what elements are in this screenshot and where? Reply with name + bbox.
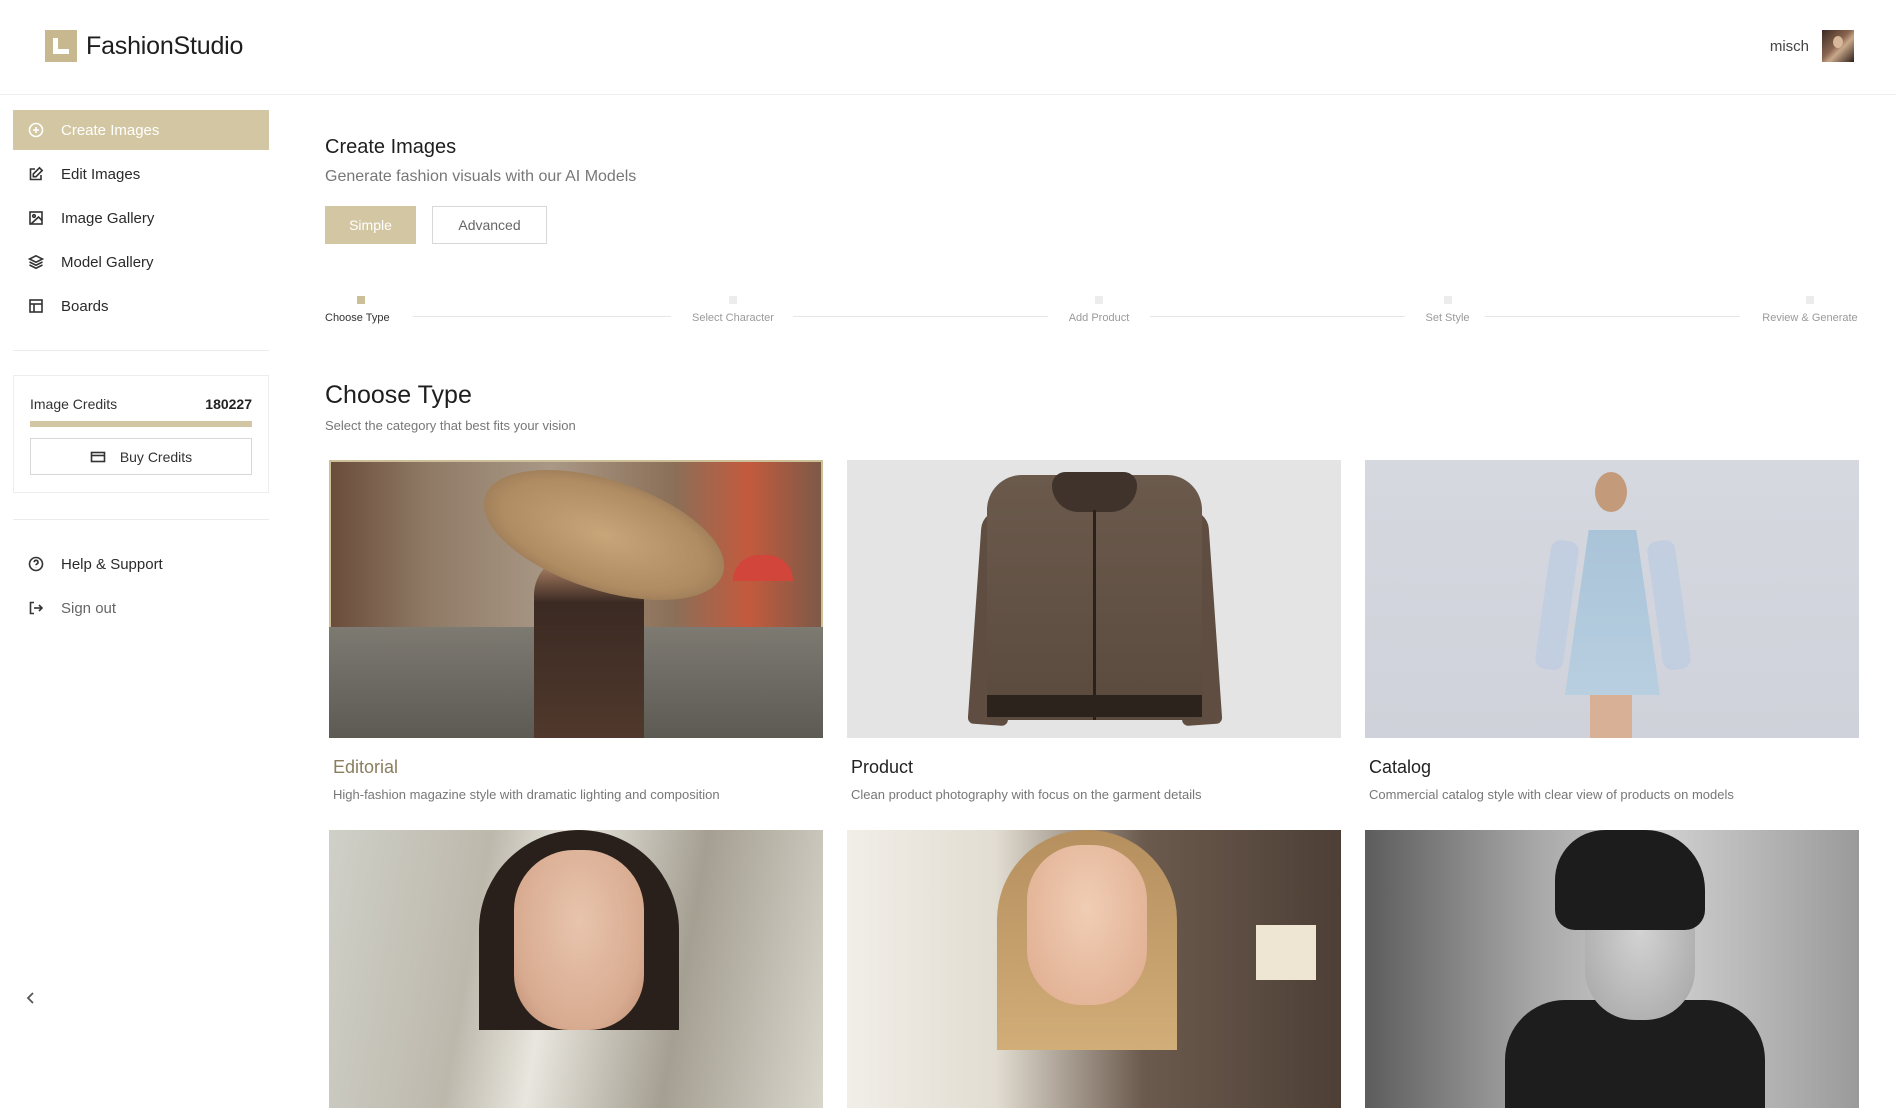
- type-card-lifestyle[interactable]: [847, 830, 1341, 1108]
- sidebar-item-label: Help & Support: [61, 555, 163, 573]
- top-header: FashionStudio misch: [0, 0, 1896, 95]
- sidebar-item-sign-out[interactable]: Sign out: [13, 588, 269, 628]
- step-connector: [793, 316, 1048, 317]
- sidebar-item-model-gallery[interactable]: Model Gallery: [13, 242, 269, 282]
- user-name: misch: [1769, 37, 1809, 55]
- collapse-sidebar-button[interactable]: [24, 991, 38, 1005]
- section-subtitle: Select the category that best fits your …: [325, 418, 576, 433]
- portrait-image: [329, 830, 823, 1108]
- sidebar-item-label: Boards: [61, 297, 109, 315]
- progress-stepper: Choose Type Select Character Add Product…: [325, 296, 1865, 336]
- step-connector: [1485, 316, 1740, 317]
- editorial-image: [329, 460, 823, 738]
- brand-name: FashionStudio: [86, 31, 244, 60]
- sign-out-icon: [28, 600, 44, 616]
- monochrome-image: [1365, 830, 1859, 1108]
- layout-icon: [28, 298, 44, 314]
- step-label: Add Product: [1068, 312, 1130, 324]
- sidebar-divider: [13, 350, 269, 351]
- step-dot: [1095, 296, 1103, 304]
- card-description: High-fashion magazine style with dramati…: [333, 787, 720, 802]
- credits-label: Image Credits: [30, 396, 118, 412]
- edit-icon: [28, 166, 44, 182]
- help-circle-icon: [28, 556, 44, 572]
- sidebar-item-create-images[interactable]: Create Images: [13, 110, 269, 150]
- section-title: Choose Type: [325, 381, 472, 409]
- step-label: Set Style: [1425, 312, 1470, 324]
- sidebar-item-edit-images[interactable]: Edit Images: [13, 154, 269, 194]
- mode-advanced-button[interactable]: Advanced: [432, 206, 547, 244]
- step-label: Choose Type: [325, 312, 390, 324]
- card-title: Product: [851, 757, 914, 777]
- card-description: Clean product photography with focus on …: [851, 787, 1202, 802]
- type-card-editorial[interactable]: Editorial High-fashion magazine style wi…: [329, 460, 823, 802]
- logo-icon: [45, 30, 77, 62]
- catalog-image: [1365, 460, 1859, 738]
- lifestyle-image: [847, 830, 1341, 1108]
- page-title: Create Images: [325, 136, 457, 158]
- step-connector: [1150, 316, 1405, 317]
- sidebar-item-label: Edit Images: [61, 165, 141, 183]
- step-connector: [413, 316, 671, 317]
- credits-progress-bar: [30, 421, 252, 427]
- mode-simple-button[interactable]: Simple: [325, 206, 416, 244]
- step-dot: [1806, 296, 1814, 304]
- type-card-monochrome[interactable]: [1365, 830, 1859, 1108]
- step-set-style[interactable]: Set Style: [1415, 296, 1480, 324]
- credits-progress-fill: [30, 421, 252, 427]
- brand-logo[interactable]: FashionStudio: [45, 30, 243, 62]
- plus-circle-icon: [28, 122, 44, 138]
- sidebar-item-help[interactable]: Help & Support: [13, 544, 269, 584]
- credits-value: 180227: [205, 396, 252, 412]
- sidebar-item-label: Model Gallery: [61, 253, 154, 271]
- layers-icon: [27, 254, 45, 270]
- type-card-catalog[interactable]: Catalog Commercial catalog style with cl…: [1365, 460, 1859, 802]
- step-label: Review & Generate: [1762, 312, 1858, 324]
- type-card-product[interactable]: Product Clean product photography with f…: [847, 460, 1341, 802]
- step-add-product[interactable]: Add Product: [1059, 296, 1139, 324]
- card-title: Editorial: [333, 757, 399, 777]
- step-choose-type[interactable]: Choose Type: [325, 296, 397, 324]
- sidebar-item-boards[interactable]: Boards: [13, 286, 269, 326]
- sidebar-divider: [13, 519, 269, 520]
- product-image: [847, 460, 1341, 738]
- card-description: Commercial catalog style with clear view…: [1369, 787, 1734, 802]
- image-icon: [28, 210, 44, 226]
- user-menu[interactable]: misch: [1770, 30, 1854, 62]
- step-select-character[interactable]: Select Character: [683, 296, 783, 324]
- step-dot: [729, 296, 737, 304]
- buy-credits-button[interactable]: Buy Credits: [30, 438, 252, 475]
- credits-panel: Image Credits 180227 Buy Credits: [13, 375, 269, 493]
- sidebar-item-label: Create Images: [61, 121, 160, 139]
- step-dot: [357, 296, 365, 304]
- step-dot: [1443, 296, 1452, 304]
- buy-credits-label: Buy Credits: [119, 448, 193, 465]
- type-card-portrait[interactable]: [329, 830, 823, 1108]
- sidebar: Create Images Edit Images Image Gallery …: [0, 96, 280, 1031]
- sidebar-item-label: Sign out: [61, 599, 117, 617]
- step-label: Select Character: [692, 312, 774, 324]
- avatar[interactable]: [1822, 30, 1854, 62]
- sidebar-item-label: Image Gallery: [61, 209, 155, 227]
- step-review-generate[interactable]: Review & Generate: [1755, 296, 1865, 324]
- card-title: Catalog: [1369, 757, 1432, 777]
- page-subtitle: Generate fashion visuals with our AI Mod…: [325, 168, 637, 185]
- credit-card-icon: [90, 451, 106, 462]
- chevron-left-icon: [26, 992, 34, 1004]
- sidebar-item-image-gallery[interactable]: Image Gallery: [13, 198, 269, 238]
